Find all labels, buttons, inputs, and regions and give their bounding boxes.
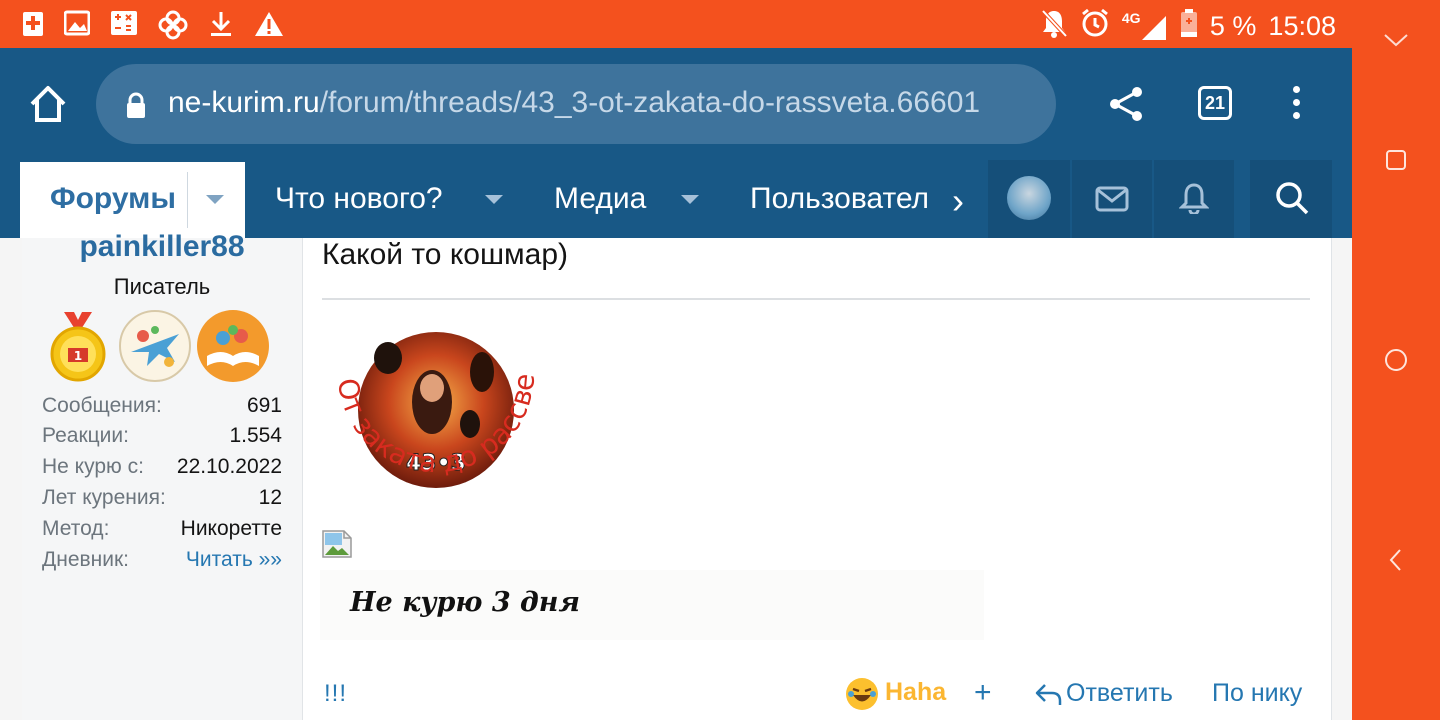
bell-icon [1179, 183, 1209, 214]
chevron-down-icon[interactable] [206, 195, 224, 204]
home-circle-icon[interactable] [1383, 347, 1409, 373]
svg-text:1: 1 [74, 349, 82, 363]
warning-icon [254, 10, 284, 45]
stat-label-quit-date: Не курю с: [42, 455, 144, 478]
more-menu-icon[interactable] [1286, 86, 1306, 126]
search-button[interactable] [1250, 160, 1332, 238]
notifications-off-icon [1040, 8, 1068, 45]
url-text[interactable]: ne-kurim.ru/forum/threads/43_3-ot-zakata… [168, 86, 1048, 120]
nav-tab-forums[interactable]: Форумы [20, 162, 245, 238]
avatar [1007, 176, 1051, 220]
stat-value-method: Никоретте [180, 517, 282, 540]
system-nav-bar [1352, 0, 1440, 720]
stat-label-method: Метод: [42, 517, 110, 540]
chevron-down-icon[interactable] [485, 195, 503, 204]
back-icon[interactable] [1386, 547, 1406, 573]
nav-tab-members[interactable]: Пользователи [750, 182, 930, 216]
url-path: /forum/threads/43_3-ot-zakata-do-rassvet… [319, 86, 981, 119]
stat-value-years-smoking: 12 [258, 486, 282, 509]
download-icon [208, 10, 234, 45]
quote-by-nick-button[interactable]: По нику [1212, 679, 1302, 708]
reply-button[interactable]: Ответить [1034, 679, 1173, 708]
stat-label-years-smoking: Лет курения: [42, 486, 166, 509]
nav-separator [187, 172, 188, 228]
stat-value-quit-date: 22.10.2022 [176, 455, 282, 478]
chevron-right-icon[interactable]: › [952, 180, 964, 222]
inbox-button[interactable] [1072, 160, 1152, 238]
post-divider [322, 298, 1310, 300]
alerts-button[interactable] [1154, 160, 1234, 238]
url-domain: ne-kurim.ru [168, 86, 320, 119]
nav-tab-whats-new[interactable]: Что нового? [275, 182, 443, 216]
signal-icon: 4G [1122, 10, 1168, 42]
post-message: Какой то кошмар) [322, 238, 569, 271]
stat-value-reactions: 1.554 [229, 424, 282, 447]
airplane-badge-icon[interactable] [119, 310, 191, 382]
image-icon [63, 10, 91, 45]
alarm-icon [1080, 8, 1110, 45]
envelope-icon [1095, 186, 1129, 212]
reply-arrow-icon [1035, 683, 1062, 705]
signature-text: Не курю 3 дня [350, 587, 580, 618]
stat-value-messages: 691 [246, 394, 282, 417]
user-title: Писатель [113, 274, 211, 299]
home-icon [30, 86, 66, 122]
search-icon [1276, 182, 1309, 215]
add-reaction-button[interactable]: + [974, 676, 992, 710]
gold-medal-icon[interactable]: 1 [42, 310, 114, 382]
status-bar: 4G 5 % 15:08 [0, 0, 1352, 48]
battery-saver-icon [22, 10, 44, 45]
battery-percent: 5 % [1209, 11, 1257, 41]
stat-label-messages: Сообщения: [42, 394, 162, 417]
nav-tab-forums-label: Форумы [50, 182, 176, 215]
status-icons-right: 4G 5 % 15:08 [1040, 8, 1336, 45]
nav-tab-media[interactable]: Медиа [554, 182, 646, 216]
home-button[interactable] [26, 82, 70, 126]
share-icon[interactable] [1106, 84, 1146, 129]
report-link[interactable]: !!! [324, 680, 347, 708]
reply-label: Ответить [1066, 679, 1173, 707]
username-link[interactable]: painkiller88 [22, 230, 302, 264]
tabs-count-button[interactable]: 21 [1198, 86, 1232, 120]
diary-read-link[interactable]: Читать »» [186, 548, 282, 572]
movie-badge-image: 43•3 От заката до рассвета [313, 280, 550, 518]
laughing-emoji-icon[interactable] [846, 678, 878, 710]
stat-label-diary: Дневник: [42, 548, 130, 571]
chevron-down-icon[interactable] [1381, 30, 1411, 50]
account-button[interactable] [988, 160, 1070, 238]
status-icons-left [22, 10, 284, 45]
recents-icon[interactable] [1384, 148, 1408, 172]
battery-icon [1180, 8, 1198, 45]
pinwheel-icon [158, 10, 188, 45]
broken-image-icon [322, 530, 352, 558]
chevron-down-icon[interactable] [681, 195, 699, 204]
stat-label-reactions: Реакции: [42, 424, 129, 447]
reaction-label[interactable]: Haha [885, 678, 946, 707]
calculator-icon [110, 10, 138, 45]
lock-icon [124, 92, 148, 125]
clock: 15:08 [1268, 11, 1336, 41]
book-badge-icon[interactable] [197, 310, 269, 382]
